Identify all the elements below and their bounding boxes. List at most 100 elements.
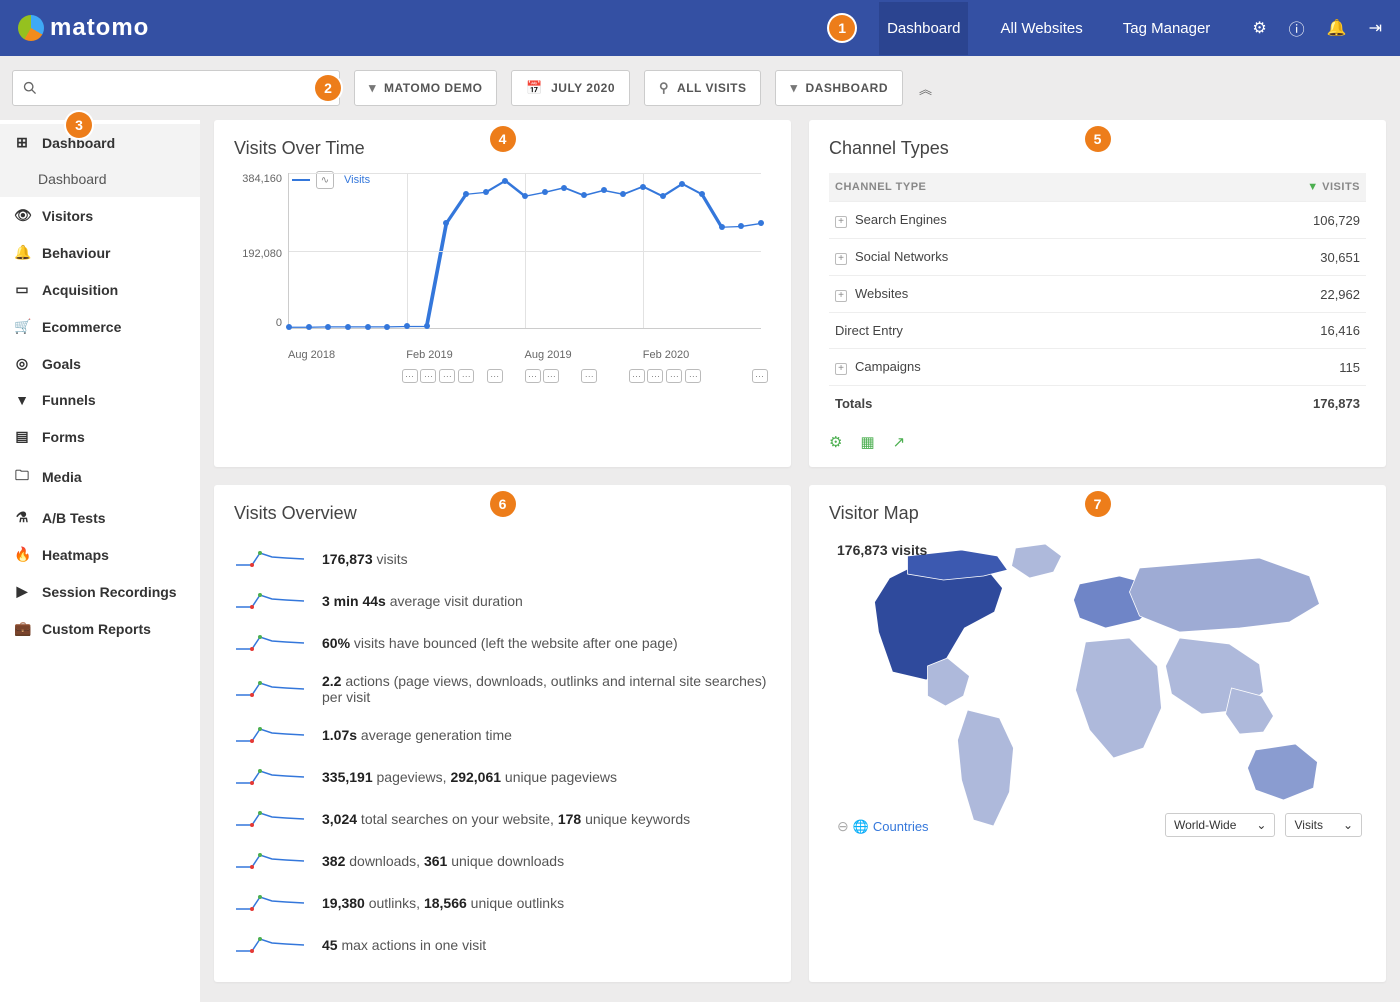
annotation-icon[interactable]: ⋯ [458,369,474,383]
sidebar-item-custom-reports[interactable]: 💼 Custom Reports [0,610,200,647]
logout-icon[interactable]: ⇥ [1369,18,1382,38]
sidebar-icon: 🛒 [14,318,30,335]
annotation-icon[interactable]: ⋯ [487,369,503,383]
logo[interactable]: matomo [18,14,149,42]
export-icon[interactable]: ↗ [893,433,906,451]
annotation-icon[interactable]: ⋯ [581,369,597,383]
sidebar-icon: ⊞ [14,134,30,151]
map-region-select[interactable]: World-Wide⌄ [1165,813,1276,837]
table-row[interactable]: +Campaigns115 [829,349,1366,386]
expand-icon[interactable]: + [835,290,847,302]
settings-icon[interactable]: ⚙ [829,433,842,451]
annotation-bubble-6: 6 [490,491,516,517]
sidebar-item-label: Acquisition [42,282,118,298]
nav-tag-manager[interactable]: Tag Manager [1115,2,1219,55]
sidebar-item-heatmaps[interactable]: 🔥Heatmaps [0,536,200,573]
overview-row: 2.2 actions (page views, downloads, outl… [234,664,771,714]
sidebar-item-label: Ecommerce [42,319,121,335]
map-metric-select[interactable]: Visits⌄ [1285,813,1362,837]
sidebar-item-label: Goals [42,356,81,372]
sidebar-icon: 🗀 [14,465,30,489]
sparkline [234,807,306,831]
sidebar-item-session-recordings[interactable]: ▶ Session Recordings [0,573,200,610]
sidebar-icon: ◎ [14,355,30,372]
sidebar-icon: ▭ [14,281,30,298]
annotation-icon[interactable]: ⋯ [666,369,682,383]
table-icon[interactable]: ▦ [860,433,874,451]
sidebar-item-label: Forms [42,429,85,445]
sidebar-icon: 🔔 [14,244,30,261]
annotation-icon[interactable]: ⋯ [439,369,455,383]
sidebar-icon: 💼 [14,620,30,637]
info-icon[interactable]: ⓘ [1289,16,1305,40]
sidebar-item-behaviour[interactable]: 🔔 Behaviour [0,234,200,271]
search-box[interactable]: 2 [12,70,340,106]
overview-row: 176,873 visits [234,538,771,580]
visits-chart[interactable]: ∿ Visits 384,160 192,080 0 [234,173,771,363]
sidebar-item-label: Custom Reports [42,621,151,637]
annotation-icon[interactable]: ⋯ [420,369,436,383]
sidebar-item-visitors[interactable]: 👁Visitors [0,197,200,234]
sidebar-item-label: Dashboard [38,171,107,187]
sidebar-item-label: Media [42,469,82,485]
annotation-icon[interactable]: ⋯ [525,369,541,383]
zoom-out-icon[interactable]: ⊖ [837,818,849,835]
segment-selector[interactable]: ⚲ALL VISITS [644,70,761,106]
sidebar-item-ecommerce[interactable]: 🛒 Ecommerce [0,308,200,345]
annotation-icon[interactable]: ⋯ [543,369,559,383]
sidebar-item-goals[interactable]: ◎ Goals [0,345,200,382]
annotation-icon[interactable]: ⋯ [629,369,645,383]
sparkline [234,547,306,571]
topbar: matomo 1 Dashboard All Websites Tag Mana… [0,0,1400,56]
segment-icon: ⚲ [659,80,669,96]
sidebar-item-media[interactable]: 🗀 Media [0,455,200,499]
settings-icon[interactable]: ⚙ [1252,18,1266,38]
table-row[interactable]: +Search Engines106,729 [829,202,1366,239]
sidebar-item-label: Behaviour [42,245,110,261]
visitor-map[interactable]: 176,873 visits [829,538,1366,841]
col-channel[interactable]: CHANNEL TYPE [829,173,1183,202]
expand-icon[interactable]: + [835,253,847,265]
map-countries-link[interactable]: ⊖ 🌐 Countries [837,818,929,835]
sparkline [234,933,306,957]
expand-icon[interactable]: + [835,363,847,375]
sidebar-item-dashboard[interactable]: Dashboard [0,161,200,197]
annotation-bubble-7: 7 [1085,491,1111,517]
selector-row: 2 ▾MATOMO DEMO 📅JULY 2020 ⚲ALL VISITS ▾D… [0,56,1400,120]
annotation-icon[interactable]: ⋯ [685,369,701,383]
notification-icon[interactable]: 🔔 [1327,18,1347,38]
dropdown-icon: ▾ [790,80,797,96]
sidebar-icon: ▶ [14,583,30,600]
collapse-icon[interactable]: ︽ [919,79,932,98]
annotation-icon[interactable]: ⋯ [647,369,663,383]
dashboard-selector[interactable]: ▾DASHBOARD [775,70,903,106]
sidebar-item-forms[interactable]: ▤Forms [0,418,200,455]
top-nav: 1 Dashboard All Websites Tag Manager ⚙ ⓘ… [829,2,1382,55]
sidebar-item-funnels[interactable]: ▼Funnels [0,382,200,418]
sidebar-item-a-b-tests[interactable]: ⚗A/B Tests [0,499,200,536]
annotation-icon[interactable]: ⋯ [402,369,418,383]
overview-row: 1.07s average generation time [234,714,771,756]
widget-actions: ⚙ ▦ ↗ [829,433,1366,451]
table-row[interactable]: +Social Networks30,651 [829,239,1366,276]
nav-dashboard[interactable]: Dashboard [879,2,968,55]
table-row[interactable]: Direct Entry16,416 [829,313,1366,349]
table-row[interactable]: +Websites22,962 [829,276,1366,313]
brand-name: matomo [50,14,149,42]
overview-row: 60% visits have bounced (left the websit… [234,622,771,664]
expand-icon[interactable]: + [835,216,847,228]
sidebar-item-acquisition[interactable]: ▭ Acquisition [0,271,200,308]
period-selector[interactable]: 📅JULY 2020 [511,70,630,106]
sidebar-item-dashboard[interactable]: ⊞Dashboard [0,124,200,161]
widget-visitor-map: 7 Visitor Map 176,873 visits [809,485,1386,982]
sparkline [234,849,306,873]
site-selector[interactable]: ▾MATOMO DEMO [354,70,497,106]
top-icons: ⚙ ⓘ 🔔 ⇥ [1252,16,1382,40]
annotation-icon[interactable]: ⋯ [752,369,768,383]
col-visits[interactable]: ▼ VISITS [1183,173,1366,202]
sidebar-item-label: Session Recordings [42,584,177,600]
sparkline [234,677,306,701]
nav-all-websites[interactable]: All Websites [992,2,1090,55]
logo-mark-icon [18,15,44,41]
globe-icon: 🌐 [853,819,869,835]
